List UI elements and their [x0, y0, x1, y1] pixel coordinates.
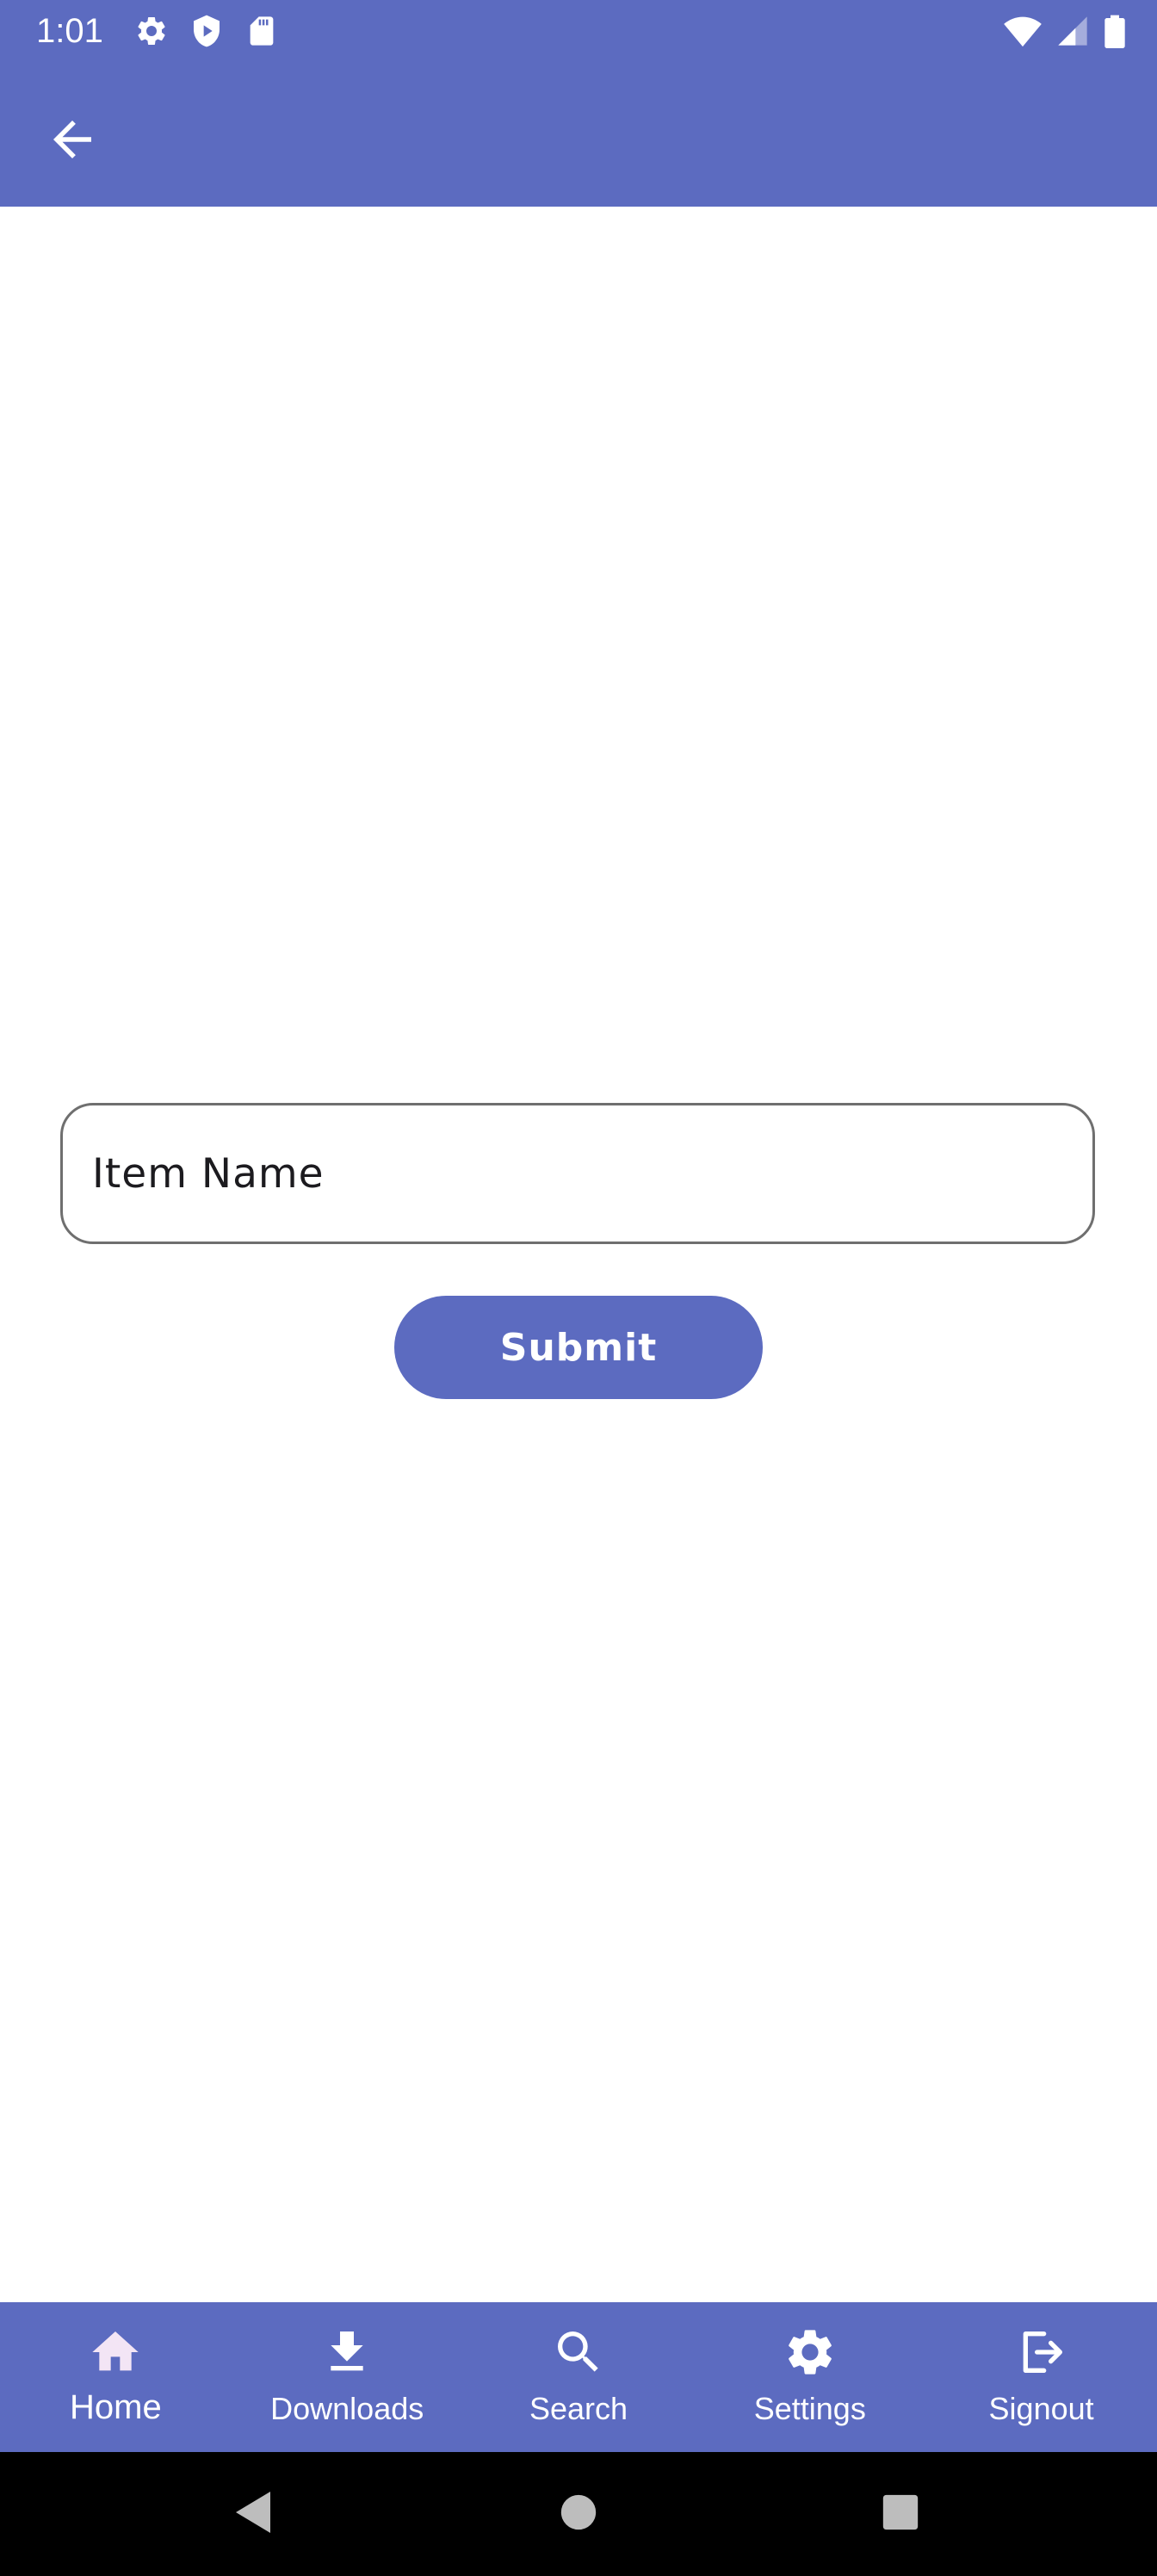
nav-label-downloads: Downloads	[270, 2391, 424, 2426]
shield-play-icon	[189, 14, 224, 48]
nav-item-settings[interactable]: Settings	[694, 2302, 925, 2452]
logout-icon	[1014, 2325, 1069, 2380]
nav-item-search[interactable]: Search	[463, 2302, 695, 2452]
search-icon	[551, 2325, 606, 2380]
sd-card-icon	[244, 14, 279, 48]
content: Submit	[0, 207, 1157, 2302]
back-triangle-icon	[232, 2490, 274, 2539]
nav-item-signout[interactable]: Signout	[925, 2302, 1157, 2452]
app-bar	[0, 62, 1157, 207]
gear-icon	[783, 2325, 838, 2380]
bottom-nav: Home Downloads Search Settings Signout	[0, 2302, 1157, 2452]
system-recents-button[interactable]	[869, 2483, 931, 2545]
status-icons-right	[1004, 14, 1126, 48]
item-name-input[interactable]	[63, 1105, 1092, 1242]
status-bar: 1:01	[0, 0, 1157, 62]
screen: 1:01 Item Name Submit Home Downloads Sea…	[0, 0, 1157, 2576]
system-back-button[interactable]	[222, 2483, 284, 2545]
home-icon	[88, 2325, 143, 2380]
system-home-button[interactable]	[548, 2483, 609, 2545]
item-name-field[interactable]	[60, 1103, 1095, 1244]
nav-item-downloads[interactable]: Downloads	[232, 2302, 463, 2452]
nav-label-settings: Settings	[753, 2391, 866, 2426]
wifi-icon	[1004, 14, 1042, 48]
nav-label-home: Home	[70, 2388, 162, 2426]
submit-button[interactable]: Submit	[394, 1296, 763, 1399]
nav-label-signout: Signout	[988, 2391, 1094, 2426]
back-button[interactable]	[31, 100, 114, 183]
download-icon	[319, 2325, 374, 2380]
home-circle-icon	[560, 2493, 597, 2536]
battery-icon	[1104, 14, 1126, 48]
status-icons-left	[134, 14, 279, 48]
gear-icon	[134, 14, 169, 48]
system-nav-bar	[0, 2452, 1157, 2576]
cell-signal-icon	[1055, 14, 1090, 48]
nav-label-search: Search	[529, 2391, 628, 2426]
recents-square-icon	[882, 2493, 919, 2536]
status-time: 1:01	[36, 12, 103, 50]
arrow-back-icon	[44, 111, 101, 172]
nav-item-home[interactable]: Home	[0, 2302, 232, 2452]
